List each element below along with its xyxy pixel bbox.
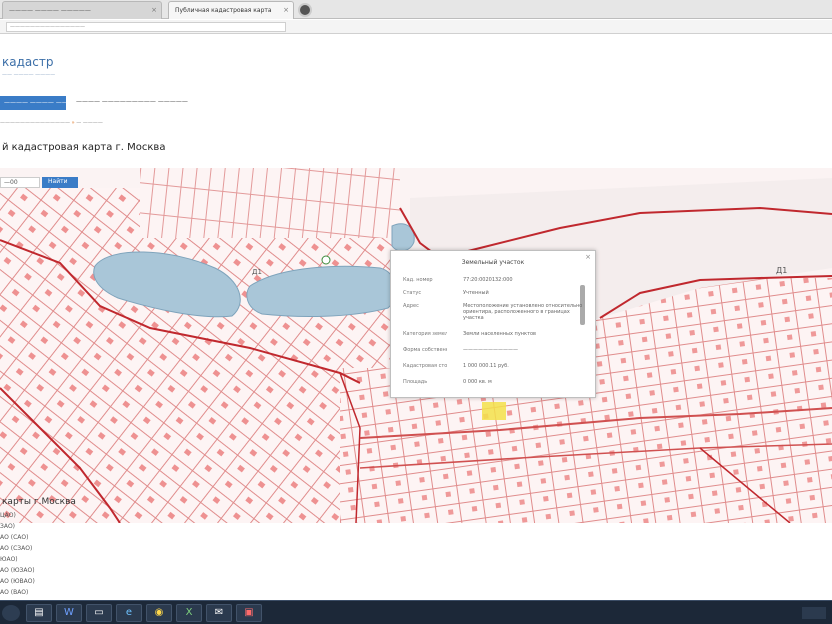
start-button[interactable] xyxy=(2,605,20,621)
new-tab-icon[interactable] xyxy=(298,3,312,17)
popup-row-value: 1 000 000.11 руб. xyxy=(463,363,509,369)
parcel-grid-north xyxy=(140,168,400,238)
close-tab-icon[interactable]: × xyxy=(151,6,157,14)
district-link[interactable]: АО (ВАО) xyxy=(0,589,35,600)
popup-row-key: Статус xyxy=(403,290,422,296)
map-label-district: Д1 xyxy=(776,266,787,275)
map-search-button[interactable]: Найти xyxy=(42,177,78,188)
district-link[interactable]: АО (ЮЗАО) xyxy=(0,567,35,578)
district-link[interactable]: ЦАО) xyxy=(0,512,35,523)
taskbar-ie-icon[interactable]: e xyxy=(116,604,142,622)
popup-row: Форма собственности ——————————— xyxy=(403,347,583,357)
popup-row: Площадь 0 000 кв. м xyxy=(403,379,583,389)
district-link[interactable]: АО (СЗАО) xyxy=(0,545,35,556)
system-tray[interactable] xyxy=(802,607,826,619)
district-link[interactable]: АО (ЮВАО) xyxy=(0,578,35,589)
popup-row-value: 0 000 кв. м xyxy=(463,379,492,385)
url-field[interactable]: ——————————————— xyxy=(6,22,286,32)
selected-parcel[interactable] xyxy=(482,402,506,420)
secondary-nav-link[interactable]: ———— ————————— ————— xyxy=(76,98,188,105)
primary-nav-button[interactable]: ———— ———— ——— xyxy=(0,96,66,110)
popup-row: Статус Учтенный xyxy=(403,290,583,300)
site-logo-subtitle: —— ———— ———— xyxy=(2,72,56,78)
taskbar-folder-icon[interactable]: ▭ xyxy=(86,604,112,622)
page: кадастр —— ———— ———— ———— ———— — —— —— —— … xyxy=(0,35,832,600)
popup-row-value: Учтенный xyxy=(463,290,489,296)
taskbar-explorer-icon[interactable]: ▤ xyxy=(26,604,52,622)
breadcrumb-separator: » xyxy=(71,120,75,126)
cadastral-map[interactable]: Д1 Д1 —00 Найти × Земельный участок Кад.… xyxy=(0,168,832,523)
popup-row-value: 77:20:0020132:000 xyxy=(463,277,513,283)
popup-row-key: Адрес xyxy=(403,303,419,309)
district-link[interactable]: АО (САО) xyxy=(0,534,35,545)
popup-row-value: Земли населенных пунктов xyxy=(463,331,536,337)
address-bar: ——————————————— xyxy=(0,20,832,34)
popup-row-value: ——————————— xyxy=(463,347,518,353)
taskbar-chrome-icon[interactable]: ◉ xyxy=(146,604,172,622)
close-tab-icon[interactable]: × xyxy=(283,6,289,14)
popup-row-key: Площадь xyxy=(403,379,428,385)
taskbar-app-icon[interactable]: ▣ xyxy=(236,604,262,622)
taskbar-excel-icon[interactable]: X xyxy=(176,604,202,622)
district-link[interactable]: ЗАО) xyxy=(0,523,35,534)
browser-tab-bar: ———— ———— ————— × Публичная кадастровая … xyxy=(0,0,832,19)
breadcrumb: —————————————— » — ———— xyxy=(0,120,103,126)
district-link[interactable]: ЮАО) xyxy=(0,556,35,567)
breadcrumb-current: — ———— xyxy=(76,120,103,126)
popup-row-value: Местоположение установлено относительно … xyxy=(463,303,583,321)
tab-title: Публичная кадастровая карта xyxy=(175,7,272,14)
taskbar-mail-icon[interactable]: ✉ xyxy=(206,604,232,622)
taskbar: ▤ W ▭ e ◉ X ✉ ▣ xyxy=(0,600,832,624)
tab-title: ———— ———— ————— xyxy=(9,7,91,14)
browser-tab-1[interactable]: ———— ———— ————— × xyxy=(2,1,162,19)
map-marker-icon[interactable] xyxy=(321,255,331,265)
popup-row: Адрес Местоположение установлено относит… xyxy=(403,303,583,329)
district-list: ЦАО) ЗАО) АО (САО) АО (СЗАО) ЮАО) АО (ЮЗ… xyxy=(0,512,35,600)
popup-row-key: Кад. номер xyxy=(403,277,433,283)
popup-row-key: Кадастровая стоимость xyxy=(403,363,447,369)
parcel-info-popup: × Земельный участок Кад. номер 77:20:002… xyxy=(390,250,596,398)
map-search-input[interactable]: —00 xyxy=(0,177,40,188)
site-logo[interactable]: кадастр xyxy=(2,55,53,69)
popup-row-key: Категория земель xyxy=(403,331,447,337)
popup-row: Категория земель Земли населенных пункто… xyxy=(403,331,583,341)
popup-title: Земельный участок xyxy=(461,259,525,266)
map-label-island: Д1 xyxy=(252,268,262,276)
popup-row: Кадастровая стоимость 1 000 000.11 руб. xyxy=(403,363,583,373)
popup-row: Кад. номер 77:20:0020132:000 xyxy=(403,277,583,287)
popup-row-key: Форма собственности xyxy=(403,347,447,353)
taskbar-word-icon[interactable]: W xyxy=(56,604,82,622)
close-icon[interactable]: × xyxy=(585,253,591,261)
breadcrumb-link[interactable]: —————————————— xyxy=(0,120,70,126)
district-maps-heading: карты г.Москва xyxy=(2,497,76,507)
browser-tab-2[interactable]: Публичная кадастровая карта × xyxy=(168,1,294,19)
page-title: й кадастровая карта г. Москва xyxy=(2,142,166,153)
